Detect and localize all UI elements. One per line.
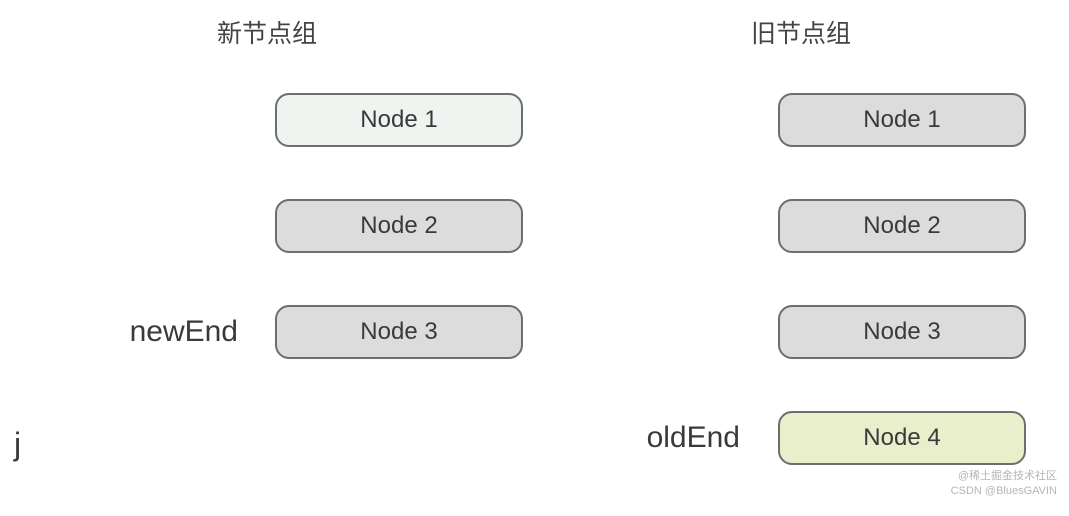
old-node-2-label: Node 2 xyxy=(863,212,940,240)
old-node-2: Node 2 xyxy=(778,199,1026,253)
j-pointer-label: j xyxy=(14,426,21,463)
new-node-3: Node 3 xyxy=(275,305,523,359)
old-node-1-label: Node 1 xyxy=(863,106,940,134)
oldEnd-label: oldEnd xyxy=(534,421,762,455)
new-nodes-column: 新节点组 Node 1 Node 2 newEnd Node 3 xyxy=(0,14,534,516)
new-node-3-label: Node 3 xyxy=(360,318,437,346)
old-nodes-column: 旧节点组 Node 1 Node 2 Node 3 oldEnd Node 4 xyxy=(534,14,1068,516)
old-node-3-label: Node 3 xyxy=(863,318,940,346)
old-column-title: 旧节点组 xyxy=(751,14,851,50)
old-node-4-label: Node 4 xyxy=(863,424,940,452)
old-row-2: Node 2 xyxy=(534,198,1068,254)
new-row-2: Node 2 xyxy=(0,198,534,254)
watermark: @稀土掘金技术社区 CSDN @BluesGAVIN xyxy=(951,469,1057,498)
watermark-line1: @稀土掘金技术社区 xyxy=(951,469,1057,483)
new-node-2: Node 2 xyxy=(275,199,523,253)
old-node-3: Node 3 xyxy=(778,305,1026,359)
old-row-3: Node 3 xyxy=(534,304,1068,360)
new-row-1: Node 1 xyxy=(0,92,534,148)
old-row-1: Node 1 xyxy=(534,92,1068,148)
watermark-line2: CSDN @BluesGAVIN xyxy=(951,484,1057,498)
old-node-1: Node 1 xyxy=(778,93,1026,147)
old-row-4: oldEnd Node 4 xyxy=(534,410,1068,466)
new-node-1-label: Node 1 xyxy=(360,106,437,134)
old-node-4: Node 4 xyxy=(778,411,1026,465)
new-node-2-label: Node 2 xyxy=(360,212,437,240)
newEnd-label: newEnd xyxy=(0,315,260,349)
new-row-3: newEnd Node 3 xyxy=(0,304,534,360)
diagram-container: 新节点组 Node 1 Node 2 newEnd Node 3 旧节点组 No… xyxy=(0,0,1069,516)
new-node-1: Node 1 xyxy=(275,93,523,147)
new-column-title: 新节点组 xyxy=(217,14,317,50)
